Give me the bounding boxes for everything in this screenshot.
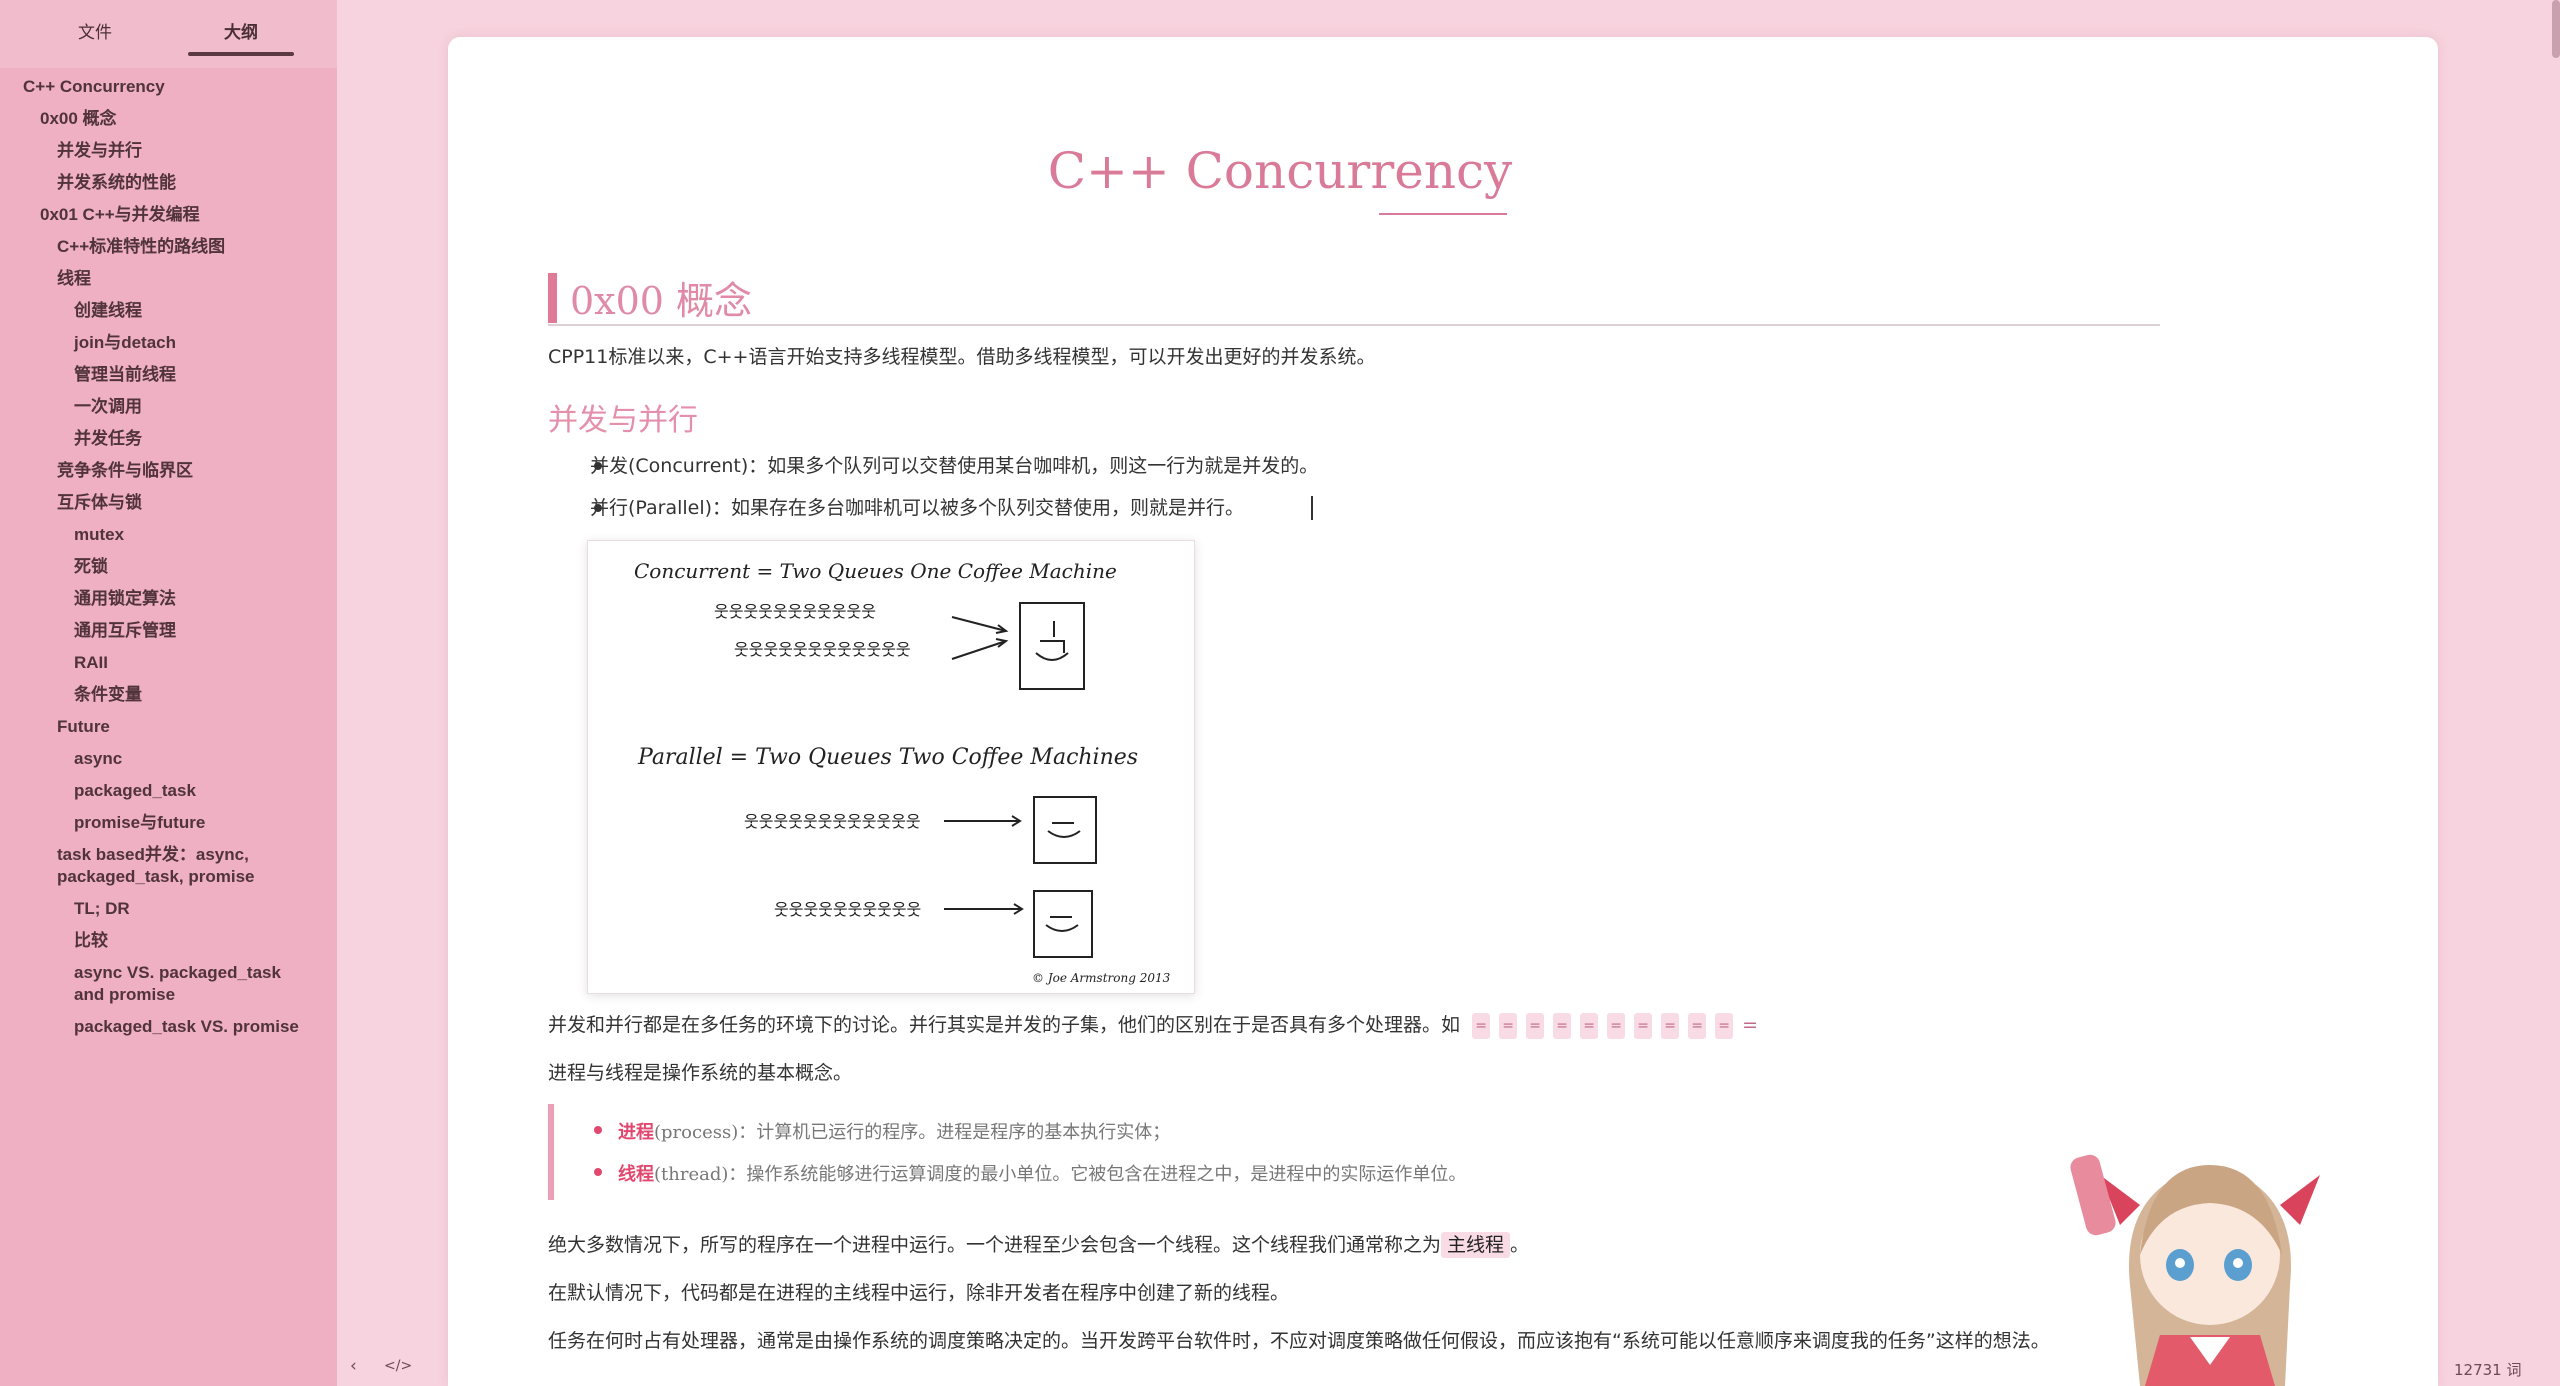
outline-item[interactable]: 管理当前线程	[74, 364, 176, 386]
outline-item[interactable]: task based并发：async, packaged_task, promi…	[57, 844, 297, 888]
outline-item[interactable]: 通用互斥管理	[74, 620, 176, 642]
outline-item[interactable]: C++标准特性的路线图	[57, 236, 225, 258]
outline-item[interactable]: 并发任务	[74, 428, 142, 450]
collapse-sidebar-icon[interactable]: ‹	[350, 1356, 357, 1376]
outline-item[interactable]: 线程	[57, 268, 91, 290]
source-mode-icon[interactable]: </>	[384, 1358, 412, 1374]
heading-accent-bar	[548, 273, 557, 323]
text-cursor	[1311, 496, 1313, 520]
image-caption-parallel: Parallel = Two Queues Two Coffee Machine…	[638, 745, 1139, 770]
paragraph-default: 在默认情况下，代码都是在进程的主线程中运行，除非开发者在程序中创建了新的线程。	[548, 1282, 1290, 1304]
outline-item[interactable]: 创建线程	[74, 300, 142, 322]
quote-process: 进程(process)：计算机已运行的程序。进程是程序的基本执行实体；	[618, 1122, 1171, 1143]
outline-item[interactable]: 死锁	[74, 556, 108, 578]
inline-code-chips: = = = = = = = = = =	[1466, 1012, 1742, 1039]
inline-code: 主线程	[1441, 1232, 1511, 1258]
outline-item[interactable]: packaged_task	[74, 780, 196, 802]
svg-text:웃웃웃웃웃웃웃웃웃웃: 웃웃웃웃웃웃웃웃웃웃	[774, 900, 921, 919]
outline-item[interactable]: async VS. packaged_task and promise	[74, 962, 304, 1006]
paragraph-compare: 并发和并行都是在多任务的环境下的讨论。并行其实是并发的子集，他们的区别在于是否具…	[548, 1010, 1758, 1039]
outline-item[interactable]: RAII	[74, 652, 108, 674]
paragraph-schedule: 任务在何时占有处理器，通常是由操作系统的调度策略决定的。当开发跨平台软件时，不应…	[548, 1330, 2050, 1352]
svg-text:웃웃웃웃웃웃웃웃웃웃웃웃: 웃웃웃웃웃웃웃웃웃웃웃웃	[744, 812, 921, 831]
outline-item[interactable]: 通用锁定算法	[74, 588, 176, 610]
anime-mascot-image	[2070, 1154, 2320, 1386]
outline-item[interactable]: 竞争条件与临界区	[57, 460, 193, 482]
paragraph-intro: CPP11标准以来，C++语言开始支持多线程模型。借助多线程模型，可以开发出更好…	[548, 346, 1376, 368]
outline-item[interactable]: TL; DR	[74, 898, 130, 920]
paragraph-process-thread: 进程与线程是操作系统的基本概念。	[548, 1062, 853, 1084]
quote-bullet	[594, 1168, 602, 1176]
outline-item[interactable]: packaged_task VS. promise	[74, 1016, 299, 1038]
outline-item[interactable]: promise与future	[74, 812, 205, 834]
svg-text:웃웃웃웃웃웃웃웃웃웃웃: 웃웃웃웃웃웃웃웃웃웃웃	[714, 602, 876, 621]
image-caption-concurrent: Concurrent = Two Queues One Coffee Machi…	[634, 559, 1117, 583]
bullet-concurrent: 并发(Concurrent)：如果多个队列可以交替使用某台咖啡机，则这一行为就是…	[590, 455, 1319, 477]
bullet-parallel: 并行(Parallel)：如果存在多台咖啡机可以被多个队列交替使用，则就是并行。	[590, 497, 1245, 519]
paragraph-main-thread: 绝大多数情况下，所写的程序在一个进程中运行。一个进程至少会包含一个线程。这个线程…	[548, 1232, 1530, 1258]
blockquote-bar	[548, 1104, 554, 1200]
outline-item[interactable]: Future	[57, 716, 110, 738]
outline-item[interactable]: 比较	[74, 930, 108, 952]
outline-item[interactable]: C++ Concurrency	[23, 76, 165, 98]
tab-files[interactable]: 文件	[78, 18, 112, 43]
concurrency-parallel-image: 웃웃웃웃웃웃웃웃웃웃웃 웃웃웃웃웃웃웃웃웃웃웃웃 웃웃웃웃웃웃웃웃웃웃웃웃 웃웃…	[587, 540, 1195, 994]
heading-concurrency-parallel: 并发与并行	[548, 403, 698, 438]
active-tab-indicator	[188, 52, 294, 56]
outline-item[interactable]: 0x01 C++与并发编程	[40, 204, 200, 226]
outline-item[interactable]: join与detach	[74, 332, 176, 354]
outline-item[interactable]: 条件变量	[74, 684, 142, 706]
outline-item[interactable]: 互斥体与锁	[57, 492, 142, 514]
outline-item[interactable]: 0x00 概念	[40, 108, 117, 130]
document-title: C++ Concurrency	[1047, 142, 1513, 200]
heading-concept: 0x00 概念	[570, 279, 753, 323]
scrollbar[interactable]	[2552, 0, 2560, 58]
quote-bullet	[594, 1126, 602, 1134]
image-credit: © Joe Armstrong 2013	[1032, 971, 1171, 985]
outline-item[interactable]: mutex	[74, 524, 124, 546]
word-count: 12731 词	[2454, 1361, 2522, 1379]
outline-item[interactable]: async	[74, 748, 122, 770]
heading-rule	[548, 324, 2160, 326]
svg-text:웃웃웃웃웃웃웃웃웃웃웃웃: 웃웃웃웃웃웃웃웃웃웃웃웃	[734, 640, 911, 659]
title-link-underline	[1379, 213, 1507, 215]
tab-outline[interactable]: 大纲	[224, 18, 258, 43]
outline-item[interactable]: 一次调用	[74, 396, 142, 418]
sidebar-tabs: 文件 大纲	[0, 0, 337, 68]
quote-thread: 线程(thread)：操作系统能够进行运算调度的最小单位。它被包含在进程之中，是…	[618, 1164, 1467, 1185]
sidebar: 文件 大纲 C++ Concurrency 0x00 概念 并发与并行 并发系统…	[0, 0, 337, 1386]
